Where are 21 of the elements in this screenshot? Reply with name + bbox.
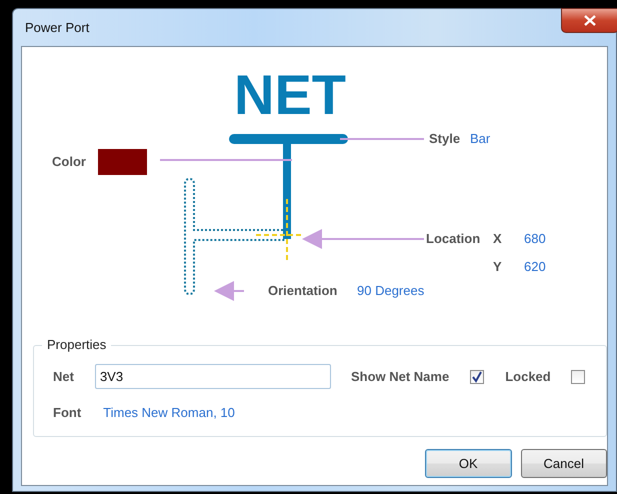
location-label: Location <box>426 231 480 247</box>
net-label: NET <box>234 67 346 123</box>
y-value[interactable]: 620 <box>524 259 546 275</box>
style-label: Style <box>429 131 460 147</box>
x-label: X <box>493 231 502 247</box>
show-net-name-label: Show Net Name <box>350 369 450 384</box>
net-field-label: Net <box>53 369 74 384</box>
orientation-value[interactable]: 90 Degrees <box>357 283 424 299</box>
window-title: Power Port <box>24 20 90 35</box>
font-label: Font <box>53 405 82 420</box>
cancel-button[interactable]: Cancel <box>520 449 607 478</box>
ok-button[interactable]: OK <box>425 449 512 478</box>
font-value[interactable]: Times New Roman, 10 <box>103 405 235 420</box>
orientation-label: Orientation <box>268 283 338 299</box>
y-label: Y <box>493 259 502 275</box>
x-value[interactable]: 680 <box>524 231 546 247</box>
net-input-field[interactable]: 3V3 <box>94 364 331 389</box>
locked-label: Locked <box>505 369 551 384</box>
color-label: Color <box>52 154 86 170</box>
style-value[interactable]: Bar <box>470 131 490 147</box>
group-title: Properties <box>42 337 112 352</box>
